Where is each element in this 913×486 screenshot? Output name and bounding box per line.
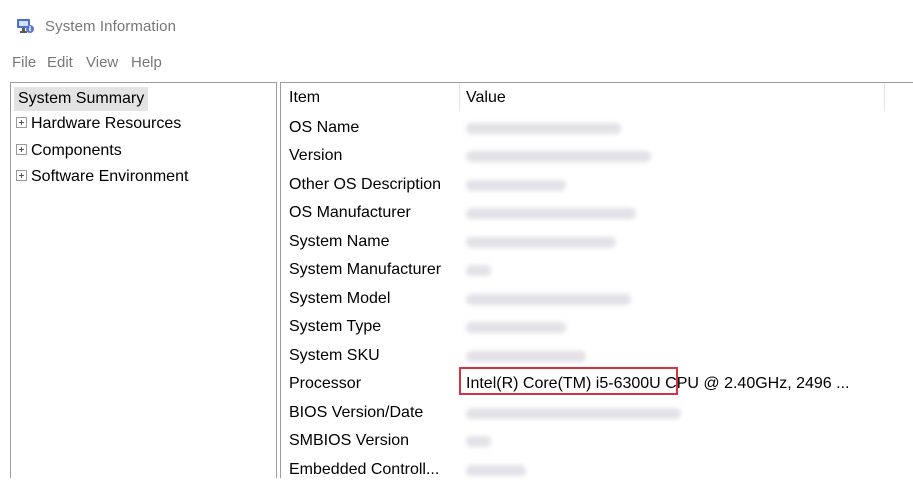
table-row[interactable]: Other OS Description (281, 171, 913, 199)
highlight-box (459, 367, 678, 395)
system-information-icon (17, 19, 34, 33)
column-divider[interactable] (884, 83, 885, 111)
row-item-label: System Type (289, 318, 382, 335)
table-row[interactable]: SMBIOS Version (281, 427, 913, 455)
row-value-redacted (466, 427, 491, 455)
menu-file[interactable]: File (12, 54, 36, 71)
row-item-label: System Model (289, 290, 391, 307)
menu-edit[interactable]: Edit (47, 54, 73, 71)
category-tree: System Summary Hardware Resources Compon… (10, 82, 277, 478)
details-table: Item Value OS Name Version Other OS Desc… (280, 82, 913, 478)
row-value-redacted (466, 456, 526, 484)
row-item-label: OS Name (289, 119, 360, 136)
tree-item-label: Components (31, 142, 122, 159)
table-row-processor[interactable]: Processor Intel(R) Core(TM) i5-6300U CPU… (281, 367, 913, 398)
row-value-redacted (466, 256, 491, 284)
expand-icon[interactable] (16, 169, 27, 181)
row-item-label: System Name (289, 233, 390, 250)
row-value-redacted (466, 342, 586, 370)
table-row[interactable]: System SKU (281, 342, 913, 370)
row-value-redacted (466, 199, 636, 227)
menu-view[interactable]: View (86, 54, 118, 71)
column-header-item[interactable]: Item (289, 83, 320, 113)
row-item-label: OS Manufacturer (289, 204, 411, 221)
row-item-label: System Manufacturer (289, 261, 442, 278)
tree-item-components[interactable]: Components (16, 139, 122, 163)
table-row[interactable]: System Name (281, 228, 913, 256)
window-title: System Information (45, 18, 177, 35)
row-item-label: Embedded Controll... (289, 461, 440, 478)
column-divider[interactable] (459, 83, 460, 111)
row-item-label: Version (289, 147, 343, 164)
expand-icon[interactable] (16, 143, 27, 155)
processor-details: CPU @ 2.40GHz, 2496 ... (660, 375, 850, 392)
row-value-redacted (466, 313, 566, 341)
menu-bar: File Edit View Help (0, 50, 913, 76)
row-value-redacted (466, 114, 621, 142)
table-row[interactable]: System Manufacturer (281, 256, 913, 284)
tree-item-label: Hardware Resources (31, 115, 182, 132)
tree-item-label: Software Environment (31, 168, 189, 185)
row-item-label: Processor (289, 375, 362, 392)
row-item-label: Other OS Description (289, 176, 442, 193)
table-row[interactable]: Embedded Controll... (281, 456, 913, 484)
table-row[interactable]: BIOS Version/Date (281, 399, 913, 427)
menu-help[interactable]: Help (131, 54, 162, 71)
column-header-value[interactable]: Value (466, 83, 506, 113)
title-bar: System Information (0, 0, 913, 46)
row-item-label: SMBIOS Version (289, 432, 410, 449)
row-item-label: BIOS Version/Date (289, 404, 424, 421)
row-value-redacted (466, 171, 566, 199)
table-row[interactable]: Version (281, 142, 913, 170)
row-value-redacted (466, 399, 681, 427)
table-row[interactable]: System Type (281, 313, 913, 341)
expand-icon[interactable] (16, 116, 27, 128)
tree-item-software-environment[interactable]: Software Environment (16, 165, 188, 189)
row-value-redacted (466, 228, 616, 256)
table-row[interactable]: OS Name (281, 114, 913, 142)
table-row[interactable]: OS Manufacturer (281, 199, 913, 227)
row-value-redacted (466, 285, 631, 313)
tree-item-hardware-resources[interactable]: Hardware Resources (16, 112, 181, 136)
row-item-label: System SKU (289, 347, 380, 364)
row-value-redacted (466, 142, 651, 170)
table-row[interactable]: System Model (281, 285, 913, 313)
tree-item-system-summary[interactable]: System Summary (14, 87, 149, 111)
